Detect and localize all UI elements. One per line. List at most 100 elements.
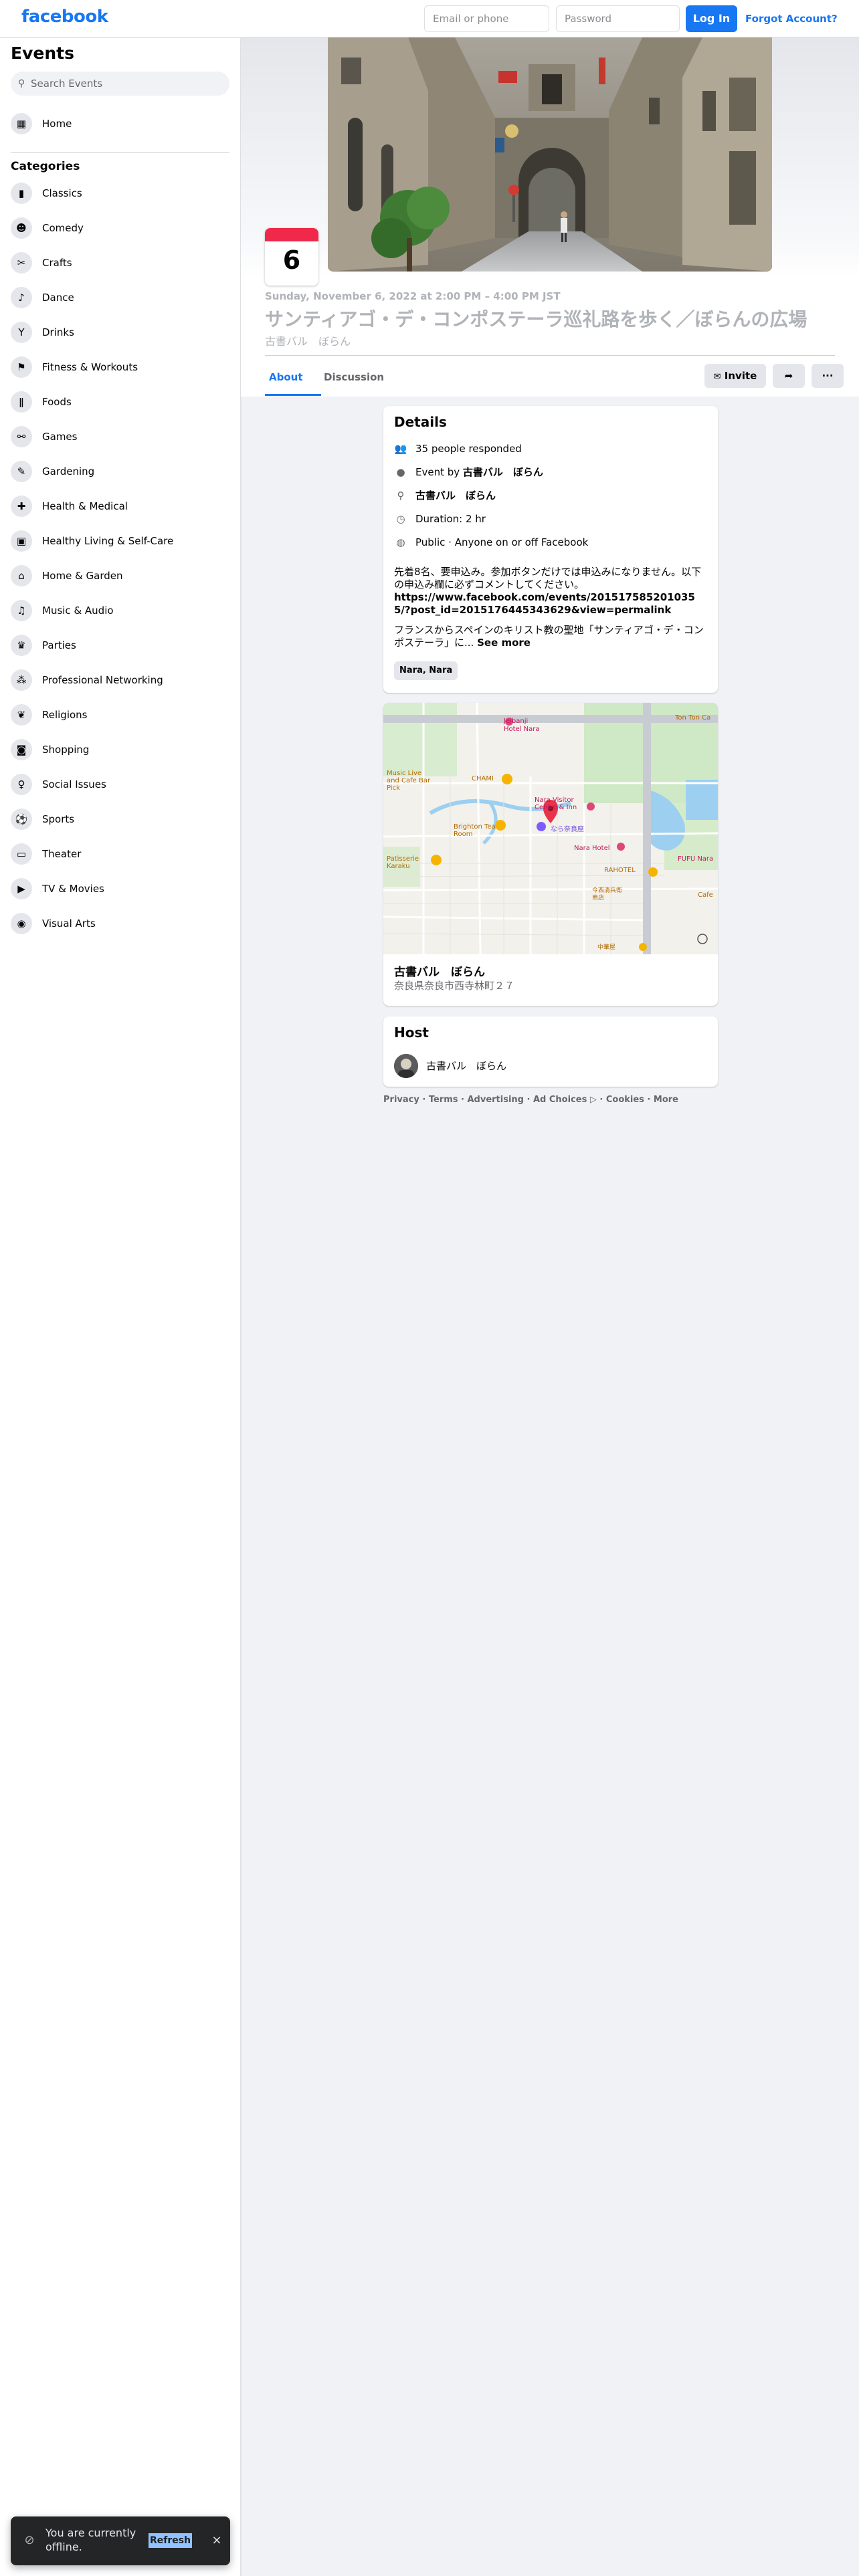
sidebar-item-label: Drinks [42, 326, 74, 338]
sidebar-item-category[interactable]: ⚯ Games [5, 419, 235, 454]
sidebar-item-category[interactable]: ⌂ Home & Garden [5, 558, 235, 593]
host-avatar[interactable] [394, 1054, 418, 1078]
description-link[interactable]: https://www.facebook.com/events/20151758… [394, 591, 708, 617]
host-heading: Host [394, 1025, 429, 1041]
event-by-host-link[interactable]: 古書バル ぼらん [463, 466, 543, 478]
sidebar-item-category[interactable]: ◉ Visual Arts [5, 906, 235, 941]
sidebar-item-label: Visual Arts [42, 918, 96, 930]
sidebar-item-label: Gardening [42, 465, 95, 477]
email-field[interactable]: Email or phone [424, 5, 549, 32]
sidebar-item-category[interactable]: ▣ Healthy Living & Self-Care [5, 524, 235, 558]
calendar-header [265, 228, 318, 241]
description-text: 先着8名、要申込み。参加ボタンだけでは申込みになりません。以下の申込み欄に必ずコ… [394, 566, 702, 591]
sidebar-item-label: Foods [42, 396, 72, 408]
footer-advertising[interactable]: Advertising [467, 1095, 524, 1105]
share-button[interactable]: ➦ [773, 364, 805, 388]
event-cover-photo [328, 37, 772, 272]
sidebar-item-label: Dance [42, 292, 74, 304]
sidebar-item-category[interactable]: ♪ Dance [5, 280, 235, 315]
map-label-rahotel: RAHOTEL [604, 867, 636, 874]
tv-movies-icon: ▶ [11, 878, 32, 899]
map-label-patisserie: Patisserie Karaku [387, 855, 419, 870]
map-label-cafe: Cafe [698, 891, 713, 899]
event-host-line[interactable]: 古書バル ぼらん [265, 332, 351, 348]
map-label-chukaya: 中華屋 [597, 944, 616, 951]
sidebar-item-category[interactable]: ▮ Classics [5, 176, 235, 211]
footer-cookies[interactable]: Cookies [606, 1095, 644, 1105]
map-label-music-live: Music Live and Cafe Bar Pick [387, 770, 431, 792]
responded-text: 35 people responded [415, 443, 522, 455]
search-icon: ⚲ [18, 78, 25, 89]
sidebar-item-category[interactable]: ⁂ Professional Networking [5, 663, 235, 697]
sidebar-item-category[interactable]: ✚ Health & Medical [5, 489, 235, 524]
sidebar-item-category[interactable]: ◙ Shopping [5, 732, 235, 767]
sidebar-item-label: Crafts [42, 257, 72, 269]
sidebar-item-label: Theater [42, 848, 82, 860]
sidebar-item-category[interactable]: ❦ Religions [5, 697, 235, 732]
password-field[interactable]: Password [556, 5, 680, 32]
search-events-input[interactable]: ⚲ Search Events [11, 72, 229, 96]
sidebar-item-category[interactable]: ♫ Music & Audio [5, 593, 235, 628]
footer-links: Privacy · Terms · Advertising · Ad Choic… [383, 1095, 679, 1105]
footer-terms[interactable]: Terms [429, 1095, 458, 1105]
envelope-icon: ✉ [713, 372, 721, 382]
footer-more[interactable]: More [654, 1095, 678, 1105]
sidebar-item-label: Social Issues [42, 778, 106, 790]
invite-button[interactable]: ✉ Invite [704, 364, 766, 388]
description-continued: フランスからスペインのキリスト教の聖地「サンティアゴ・デ・コンポステーラ」に..… [394, 624, 704, 649]
more-icon: ··· [822, 370, 834, 382]
sidebar-item-category[interactable]: ▭ Theater [5, 837, 235, 871]
refresh-button[interactable]: Refresh [149, 2533, 193, 2548]
sidebar-item-label: Home [42, 118, 72, 130]
dance-icon: ♪ [11, 287, 32, 308]
close-icon[interactable]: × [209, 2533, 225, 2549]
person-icon: ● [396, 466, 405, 478]
sidebar-item-label: Parties [42, 639, 76, 651]
location-tag[interactable]: Nara, Nara [394, 661, 458, 680]
tab-about[interactable]: About [266, 358, 306, 396]
calendar-icon: ▦ [11, 113, 32, 134]
music-icon: ♫ [11, 600, 32, 621]
see-more-link[interactable]: See more [477, 637, 531, 649]
forgot-account-link[interactable]: Forgot Account? [745, 5, 838, 32]
login-button[interactable]: Log In [686, 5, 737, 32]
sidebar-item-category[interactable]: ǁ Foods [5, 385, 235, 419]
sidebar-item-category[interactable]: ✎ Gardening [5, 454, 235, 489]
host-name[interactable]: 古書バル ぼらん [426, 1054, 506, 1078]
search-placeholder: Search Events [31, 78, 103, 90]
sidebar-item-category[interactable]: ☻ Comedy [5, 211, 235, 245]
active-tab-indicator [265, 394, 321, 396]
sidebar-item-category[interactable]: ♀ Social Issues [5, 767, 235, 802]
sidebar-title: Events [11, 43, 74, 63]
sidebar-item-home[interactable]: ▦ Home [5, 106, 235, 141]
header-divider [265, 355, 835, 356]
footer-ad-choices[interactable]: Ad Choices ▷ [533, 1095, 597, 1105]
fitness-icon: ⚑ [11, 356, 32, 378]
shopping-icon: ◙ [11, 739, 32, 760]
globe-icon: ◍ [396, 536, 405, 548]
location-map[interactable]: Jeibanji Hotel Nara Ton Ton Ca CHAMI Mus… [383, 703, 718, 954]
facebook-logo[interactable]: facebook [21, 7, 108, 27]
map-label-hotel: Jeibanji [504, 718, 529, 725]
sidebar-item-category[interactable]: ⚽ Sports [5, 802, 235, 837]
sports-icon: ⚽ [11, 809, 32, 830]
religions-icon: ❦ [11, 704, 32, 726]
sidebar-item-category[interactable]: ⚑ Fitness & Workouts [5, 350, 235, 385]
events-sidebar: Events ⚲ Search Events ▦ Home Categories… [0, 38, 241, 2576]
sidebar-item-category[interactable]: ✂ Crafts [5, 245, 235, 280]
sidebar-item-label: Shopping [42, 744, 90, 756]
foods-icon: ǁ [11, 391, 32, 413]
sidebar-item-category[interactable]: Y Drinks [5, 315, 235, 350]
sidebar-item-category[interactable]: ▶ TV & Movies [5, 871, 235, 906]
map-label-chami: CHAMI [472, 775, 494, 782]
sidebar-item-label: Sports [42, 813, 75, 825]
top-bar: facebook Email or phone Password Log In … [0, 0, 859, 37]
healthy-living-icon: ▣ [11, 530, 32, 552]
sidebar-item-label: Comedy [42, 222, 84, 234]
drinks-icon: Y [11, 322, 32, 343]
tab-discussion[interactable]: Discussion [321, 358, 387, 396]
location-text[interactable]: 古書バル ぼらん [415, 488, 496, 504]
footer-privacy[interactable]: Privacy [383, 1095, 419, 1105]
sidebar-item-category[interactable]: ♛ Parties [5, 628, 235, 663]
more-options-button[interactable]: ··· [812, 364, 844, 388]
